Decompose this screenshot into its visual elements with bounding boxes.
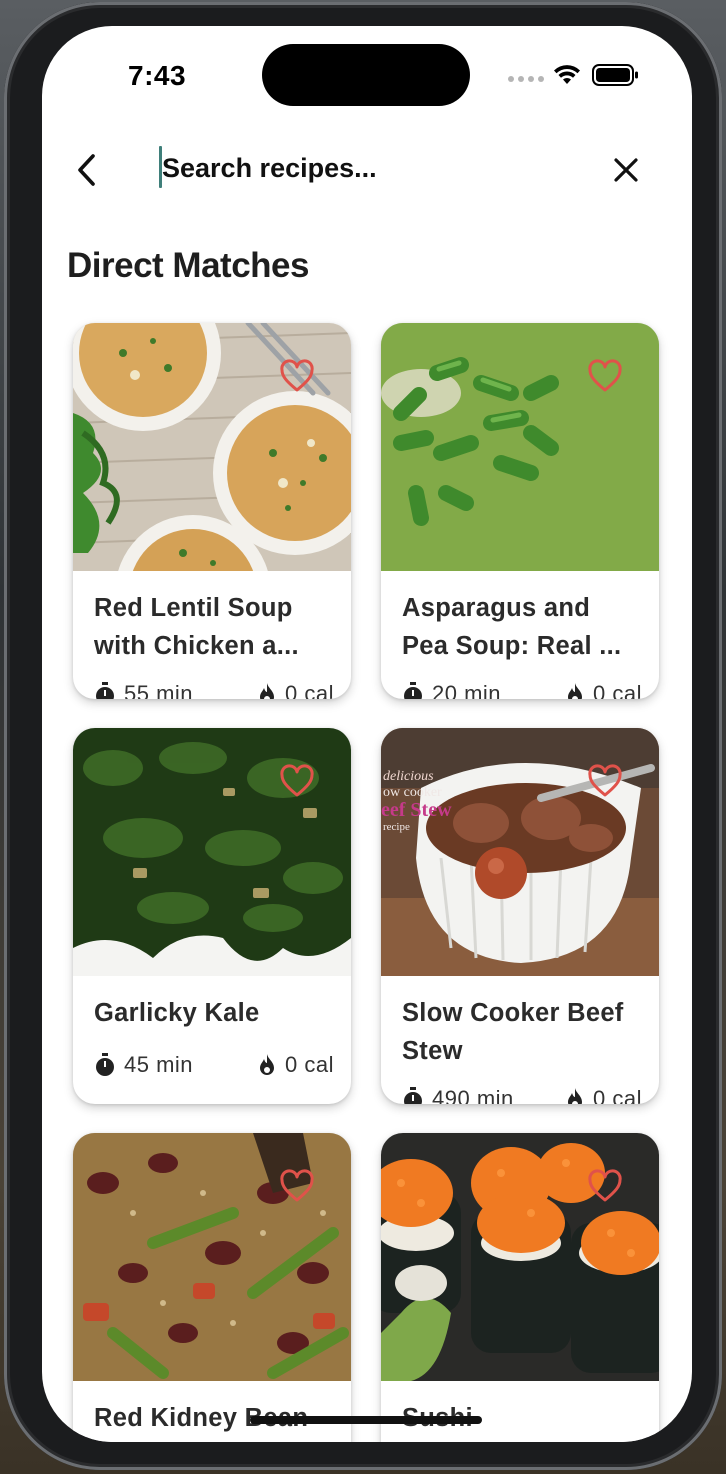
favorite-heart-icon[interactable]: [587, 1169, 623, 1203]
back-button[interactable]: [66, 148, 106, 192]
search-field[interactable]: [158, 140, 588, 196]
recipe-time: 490 min: [432, 1086, 514, 1104]
recipe-meta: 20 min 0 cal: [402, 679, 642, 699]
recipe-card[interactable]: Garlicky Kale 45 min 0 cal: [73, 728, 351, 1104]
recipe-calories: 0 cal: [285, 681, 334, 699]
recipe-title: Asparagus and Pea Soup: Real ...: [402, 594, 622, 660]
section-title: Direct Matches: [67, 246, 309, 285]
recipe-calories: 0 cal: [593, 681, 642, 699]
search-input[interactable]: [162, 140, 582, 196]
flame-icon: [568, 1088, 583, 1104]
wifi-icon: [554, 65, 580, 84]
recipe-title: Red Lentil Soup with Chicken a...: [94, 594, 299, 660]
svg-text:delicious: delicious: [383, 769, 434, 784]
recipe-title: Slow Cooker Beef Stew: [402, 999, 624, 1065]
recipe-calories: 0 cal: [593, 1086, 642, 1104]
battery-icon: [592, 64, 638, 86]
phone-frame: 7:43 Search recipes... Direct Matches Re…: [4, 2, 722, 1470]
clear-search-button[interactable]: [608, 152, 644, 188]
recipe-time: 55 min: [124, 681, 194, 699]
recipe-card[interactable]: Red Kidney Bean: [73, 1133, 351, 1442]
recipe-card[interactable]: Asparagus and Pea Soup: Real ... 20 min …: [381, 323, 659, 699]
flame-icon: [260, 683, 275, 699]
flame-icon: [260, 1054, 275, 1075]
recipe-meta: 490 min 0 cal: [402, 1084, 642, 1104]
dynamic-island: [262, 44, 470, 106]
recipe-title: Garlicky Kale: [94, 999, 260, 1027]
app-screen: 7:43 Search recipes... Direct Matches Re…: [42, 26, 692, 1442]
home-indicator[interactable]: [250, 1416, 482, 1424]
svg-text:ow cooker: ow cooker: [383, 785, 442, 800]
favorite-heart-icon[interactable]: [279, 764, 315, 798]
timer-icon: [96, 1053, 114, 1076]
recipe-card[interactable]: delicious ow cooker eef Stew recipe Slow…: [381, 728, 659, 1104]
recipe-calories: 0 cal: [285, 1052, 334, 1077]
timer-icon: [96, 682, 114, 699]
recipe-meta: 55 min 0 cal: [94, 679, 334, 699]
recipe-meta: 45 min 0 cal: [94, 1050, 334, 1080]
recipe-card[interactable]: Red Lentil Soup with Chicken a... 55 min…: [73, 323, 351, 699]
svg-text:eef Stew: eef Stew: [381, 799, 452, 821]
favorite-heart-icon[interactable]: [587, 359, 623, 393]
search-header: [42, 136, 692, 216]
status-time: 7:43: [128, 60, 187, 91]
favorite-heart-icon[interactable]: [279, 1169, 315, 1203]
favorite-heart-icon[interactable]: [587, 764, 623, 798]
cellular-signal-icon: [508, 76, 544, 82]
status-bar: 7:43: [42, 26, 692, 126]
favorite-heart-icon[interactable]: [279, 359, 315, 393]
recipe-time: 45 min: [124, 1052, 194, 1077]
recipe-time: 20 min: [432, 681, 502, 699]
flame-icon: [568, 683, 583, 699]
recipe-card[interactable]: Sushi: [381, 1133, 659, 1442]
timer-icon: [404, 682, 422, 699]
chevron-left-icon: [78, 154, 95, 186]
timer-icon: [404, 1087, 422, 1104]
close-icon: [614, 158, 638, 182]
svg-text:recipe: recipe: [383, 821, 410, 833]
